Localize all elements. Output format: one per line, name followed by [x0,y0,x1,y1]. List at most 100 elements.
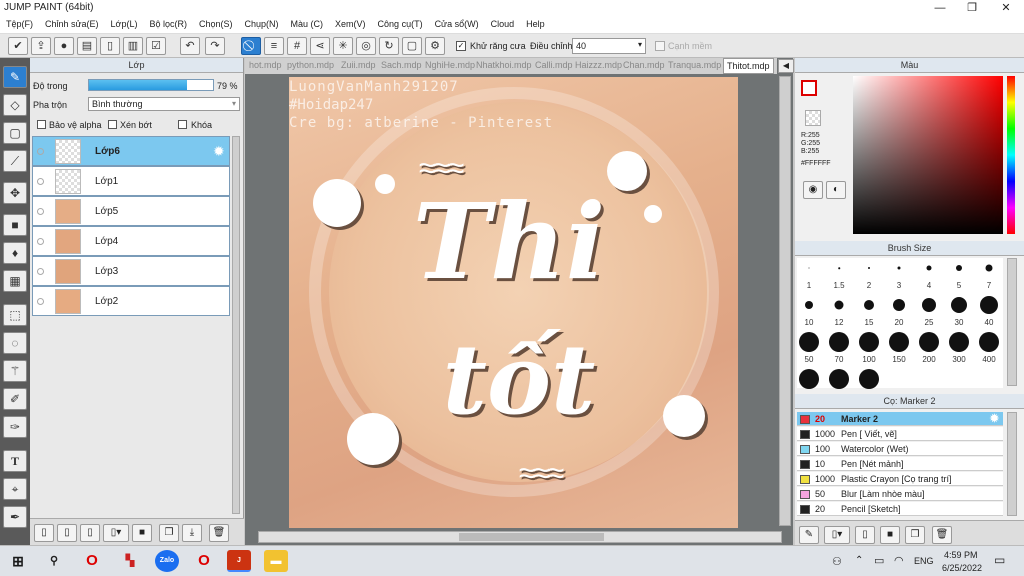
brush-size-dot[interactable] [864,300,874,310]
opera-gx-icon[interactable]: O [192,550,216,572]
menu-layer[interactable]: Lớp(L) [105,16,144,29]
tab-chan[interactable]: Chan.mdp [623,60,665,70]
tab-zuii[interactable]: Zuii.mdp [341,60,376,70]
clip-checkbox[interactable] [108,120,117,129]
layer-row[interactable]: Lớp2 [32,286,230,316]
brush-preset-row[interactable]: 1000 Plastic Crayon [Cọ trang trí] [797,472,1003,486]
blend-select[interactable]: Bình thường ▾ [88,97,240,111]
brush-size-dot[interactable] [985,264,993,272]
visibility-dot[interactable] [37,298,44,305]
copy-preset-icon[interactable]: ▯ [855,526,875,544]
brush-size-dot[interactable] [919,332,939,352]
new-layer-1bit-icon[interactable]: ▯ [80,524,100,542]
preset-scrollbar[interactable] [1007,412,1017,516]
brush-size-dot[interactable] [808,267,810,269]
tab-tranqua[interactable]: Tranqua.mdp [668,60,721,70]
select-rect-tool-icon[interactable]: ⬚ [3,304,27,326]
new-layer-icon[interactable]: ▯ [34,524,54,542]
menu-help[interactable]: Help [520,16,551,29]
zalo-icon[interactable]: Zalo [155,550,179,572]
select-pen-tool-icon[interactable]: ✐ [3,388,27,410]
duplicate-icon[interactable]: ❐ [905,526,925,544]
parallel-lines-icon[interactable]: ≡ [264,37,284,55]
wifi-icon[interactable]: ◠ [894,554,904,567]
export-icon[interactable]: ⇪ [31,37,51,55]
menu-tools[interactable]: Công cụ(T) [372,16,429,29]
visibility-dot[interactable] [37,238,44,245]
hscroll-thumb[interactable] [459,533,604,541]
menu-window[interactable]: Cửa sổ(W) [429,16,485,29]
brush-preset-row[interactable]: 10 Pen [Nét mảnh] [797,457,1003,471]
hue-slider[interactable] [1007,76,1015,234]
minimize-button[interactable]: — [924,0,956,16]
lock-checkbox[interactable] [178,120,187,129]
gear-icon[interactable]: ✹ [990,412,999,426]
pages-icon[interactable]: ▥ [123,37,143,55]
canvas-hscroll[interactable] [258,531,782,543]
select-eraser-tool-icon[interactable]: ✑ [3,416,27,438]
gradient-tool-icon[interactable]: ▦ [3,270,27,292]
menu-file[interactable]: Tệp(F) [0,16,39,29]
tab-sach[interactable]: Sach.mdp [381,60,422,70]
brush-size-dot[interactable] [834,300,844,310]
transparent-color-swatch[interactable] [805,110,821,126]
brush-icon[interactable]: ✎ [799,526,819,544]
folder-icon[interactable]: ■ [880,526,900,544]
text-tool-icon[interactable]: T [3,450,27,472]
layer-row[interactable]: Lớp3 [32,256,230,286]
new-layer-8bit-icon[interactable]: ▯ [57,524,77,542]
app-icon[interactable]: ▚ [118,550,142,572]
brush-tool-icon[interactable]: ✎ [3,66,27,88]
canvas-vscroll[interactable] [779,76,791,526]
opacity-slider[interactable] [88,79,214,91]
adjust-input[interactable]: 40 ▾ [572,38,646,54]
visibility-dot[interactable] [37,148,44,155]
menu-cloud[interactable]: Cloud [485,16,521,29]
speech-bubble-icon[interactable]: ● [54,37,74,55]
search-icon[interactable]: ⚲ [42,550,66,572]
brush-size-dot[interactable] [956,265,962,271]
bucket-tool-icon[interactable]: ♦ [3,242,27,264]
maximize-button[interactable]: ❐ [956,0,988,16]
fill-rect-tool-icon[interactable]: ■ [3,214,27,236]
trash-icon[interactable]: 🗑 [932,526,952,544]
soft-edge-checkbox[interactable] [655,41,665,51]
brush-size-dot[interactable] [838,267,840,269]
brush-preset-row[interactable]: 20 Marker 2 ✹ [797,412,1003,426]
menu-filter[interactable]: Bộ lọc(R) [143,16,193,29]
redo-icon[interactable]: ↷ [205,37,225,55]
antialias-checkbox[interactable]: ✓ [456,41,466,51]
notification-icon[interactable]: ▭ [994,553,1005,567]
brush-size-dot[interactable] [889,332,909,352]
duplicate-icon[interactable]: ❐ [159,524,179,542]
color-sv-picker[interactable] [853,76,1003,234]
menu-capture[interactable]: Chụp(N) [239,16,285,29]
tab-haizzz[interactable]: Haizzz.mdp [575,60,622,70]
visibility-dot[interactable] [37,268,44,275]
visibility-dot[interactable] [37,178,44,185]
palette-icon[interactable]: ◉ [803,181,823,199]
brush-scrollbar[interactable] [1007,258,1017,386]
close-button[interactable]: ✕ [990,0,1022,16]
brush-size-dot[interactable] [805,301,813,309]
brush-size-dot[interactable] [979,332,999,352]
layer-scrollbar[interactable] [232,136,240,514]
brush-size-dot[interactable] [980,296,998,314]
dropper-tool-icon[interactable]: ⌖ [3,478,27,500]
lasso-tool-icon[interactable]: ◌ [3,332,27,354]
checklist-icon[interactable]: ☑ [146,37,166,55]
tab-python[interactable]: python.mdp [287,60,334,70]
language-indicator[interactable]: ENG [914,556,934,566]
magic-wand-tool-icon[interactable]: ⚚ [3,360,27,382]
menu-select[interactable]: Chọn(S) [193,16,239,29]
tab-nghihe[interactable]: NghiHe.mdp [425,60,475,70]
gear-icon[interactable]: ✹ [213,143,225,160]
brush-size-dot[interactable] [951,297,967,313]
rectangle-tool-icon[interactable]: ▢ [3,122,27,144]
radial-icon[interactable]: ✳ [333,37,353,55]
layer-row[interactable]: Lớp5 [32,196,230,226]
clock-time[interactable]: 4:59 PM [944,550,978,560]
trash-icon[interactable]: 🗑 [209,524,229,542]
perspective-icon[interactable]: ⋖ [310,37,330,55]
brush-preset-row[interactable]: 100 Watercolor (Wet) [797,442,1003,456]
